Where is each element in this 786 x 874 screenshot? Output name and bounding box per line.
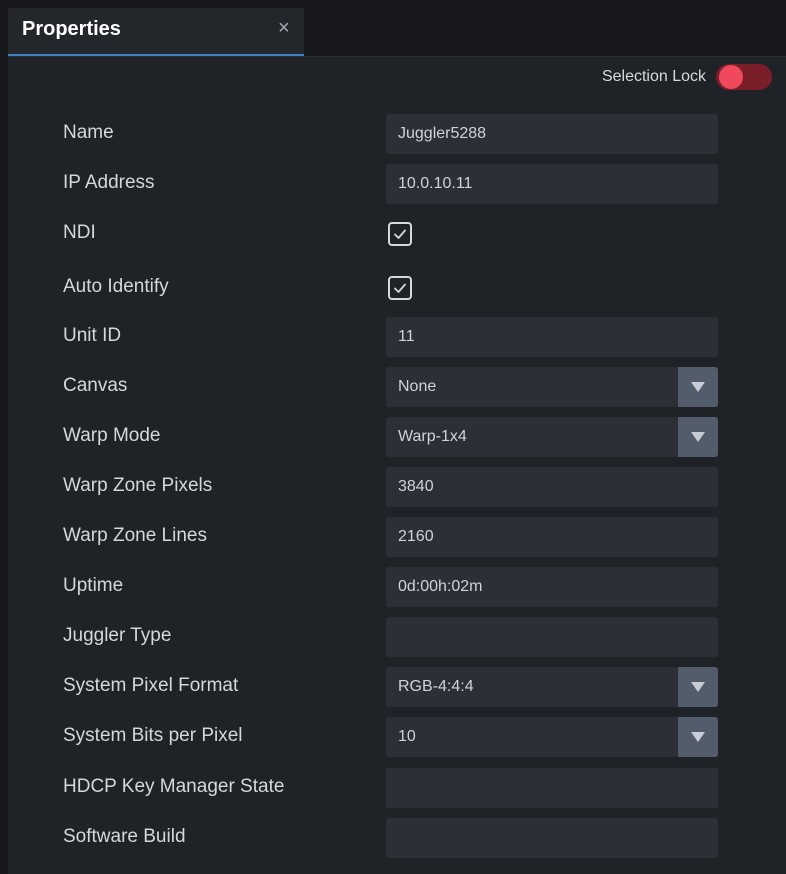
canvas-value: None	[398, 378, 437, 395]
system-pixel-format-select[interactable]: RGB-4:4:4	[386, 667, 718, 707]
chevron-down-icon	[691, 732, 705, 742]
row-canvas: Canvas None	[0, 367, 786, 407]
warp-mode-dropdown-button[interactable]	[678, 417, 718, 457]
close-icon[interactable]: ×	[278, 16, 290, 40]
ip-address-field[interactable]: 10.0.10.11	[386, 164, 718, 204]
row-warp-zone-lines: Warp Zone Lines 2160	[0, 517, 786, 557]
unit-id-label: Unit ID	[63, 325, 122, 346]
toggle-knob	[719, 65, 743, 89]
warp-mode-label: Warp Mode	[63, 425, 161, 446]
hdcp-key-manager-state-label: HDCP Key Manager State	[63, 776, 285, 797]
selection-lock-label: Selection Lock	[601, 68, 706, 85]
warp-zone-pixels-field[interactable]: 3840	[386, 467, 718, 507]
system-pixel-format-label: System Pixel Format	[63, 675, 239, 696]
row-unit-id: Unit ID 11	[0, 317, 786, 357]
hdcp-key-manager-state-field[interactable]	[386, 768, 718, 808]
row-juggler-type: Juggler Type	[0, 617, 786, 657]
auto-identify-checkbox[interactable]	[388, 276, 412, 300]
system-bits-per-pixel-value: 10	[398, 728, 416, 745]
warp-zone-lines-field[interactable]: 2160	[386, 517, 718, 557]
software-build-field[interactable]	[386, 818, 718, 858]
row-ip-address: IP Address 10.0.10.11	[0, 164, 786, 204]
canvas-label: Canvas	[63, 375, 128, 396]
check-icon	[394, 229, 406, 239]
unit-id-field[interactable]: 11	[386, 317, 718, 357]
row-system-pixel-format: System Pixel Format RGB-4:4:4	[0, 667, 786, 707]
chevron-down-icon	[691, 382, 705, 392]
auto-identify-label: Auto Identify	[63, 276, 169, 297]
ndi-checkbox[interactable]	[388, 222, 412, 246]
uptime-field[interactable]: 0d:00h:02m	[386, 567, 718, 607]
row-system-bits-per-pixel: System Bits per Pixel 10	[0, 717, 786, 757]
row-uptime: Uptime 0d:00h:02m	[0, 567, 786, 607]
warp-zone-pixels-label: Warp Zone Pixels	[63, 475, 213, 496]
chevron-down-icon	[691, 682, 705, 692]
row-warp-zone-pixels: Warp Zone Pixels 3840	[0, 467, 786, 507]
canvas-select[interactable]: None	[386, 367, 718, 407]
chevron-down-icon	[691, 432, 705, 442]
warp-mode-select[interactable]: Warp-1x4	[386, 417, 718, 457]
ip-address-label: IP Address	[63, 172, 155, 193]
warp-zone-lines-label: Warp Zone Lines	[63, 525, 207, 546]
properties-panel: Properties × Selection Lock Name Juggler…	[0, 0, 786, 874]
ndi-label: NDI	[63, 222, 96, 243]
row-auto-identify: Auto Identify	[0, 272, 786, 312]
check-icon	[394, 283, 406, 293]
software-build-label: Software Build	[63, 826, 186, 847]
juggler-type-field[interactable]	[386, 617, 718, 657]
system-pixel-format-dropdown-button[interactable]	[678, 667, 718, 707]
row-warp-mode: Warp Mode Warp-1x4	[0, 417, 786, 457]
row-hdcp-key-manager-state: HDCP Key Manager State	[0, 768, 786, 808]
tab-bar: Properties ×	[0, 0, 786, 57]
system-bits-per-pixel-label: System Bits per Pixel	[63, 725, 243, 746]
name-label: Name	[63, 122, 114, 143]
canvas-dropdown-button[interactable]	[678, 367, 718, 407]
row-software-build: Software Build	[0, 818, 786, 858]
warp-mode-value: Warp-1x4	[398, 428, 467, 445]
row-ndi: NDI	[0, 218, 786, 258]
system-pixel-format-value: RGB-4:4:4	[398, 678, 474, 695]
uptime-label: Uptime	[63, 575, 124, 596]
system-bits-per-pixel-select[interactable]: 10	[386, 717, 718, 757]
tab-title: Properties	[22, 18, 121, 40]
tab-properties[interactable]: Properties ×	[8, 8, 304, 56]
juggler-type-label: Juggler Type	[63, 625, 172, 646]
system-bits-per-pixel-dropdown-button[interactable]	[678, 717, 718, 757]
name-field[interactable]: Juggler5288	[386, 114, 718, 154]
selection-lock-toggle[interactable]	[716, 64, 772, 90]
row-name: Name Juggler5288	[0, 114, 786, 154]
selection-lock: Selection Lock	[602, 64, 772, 90]
